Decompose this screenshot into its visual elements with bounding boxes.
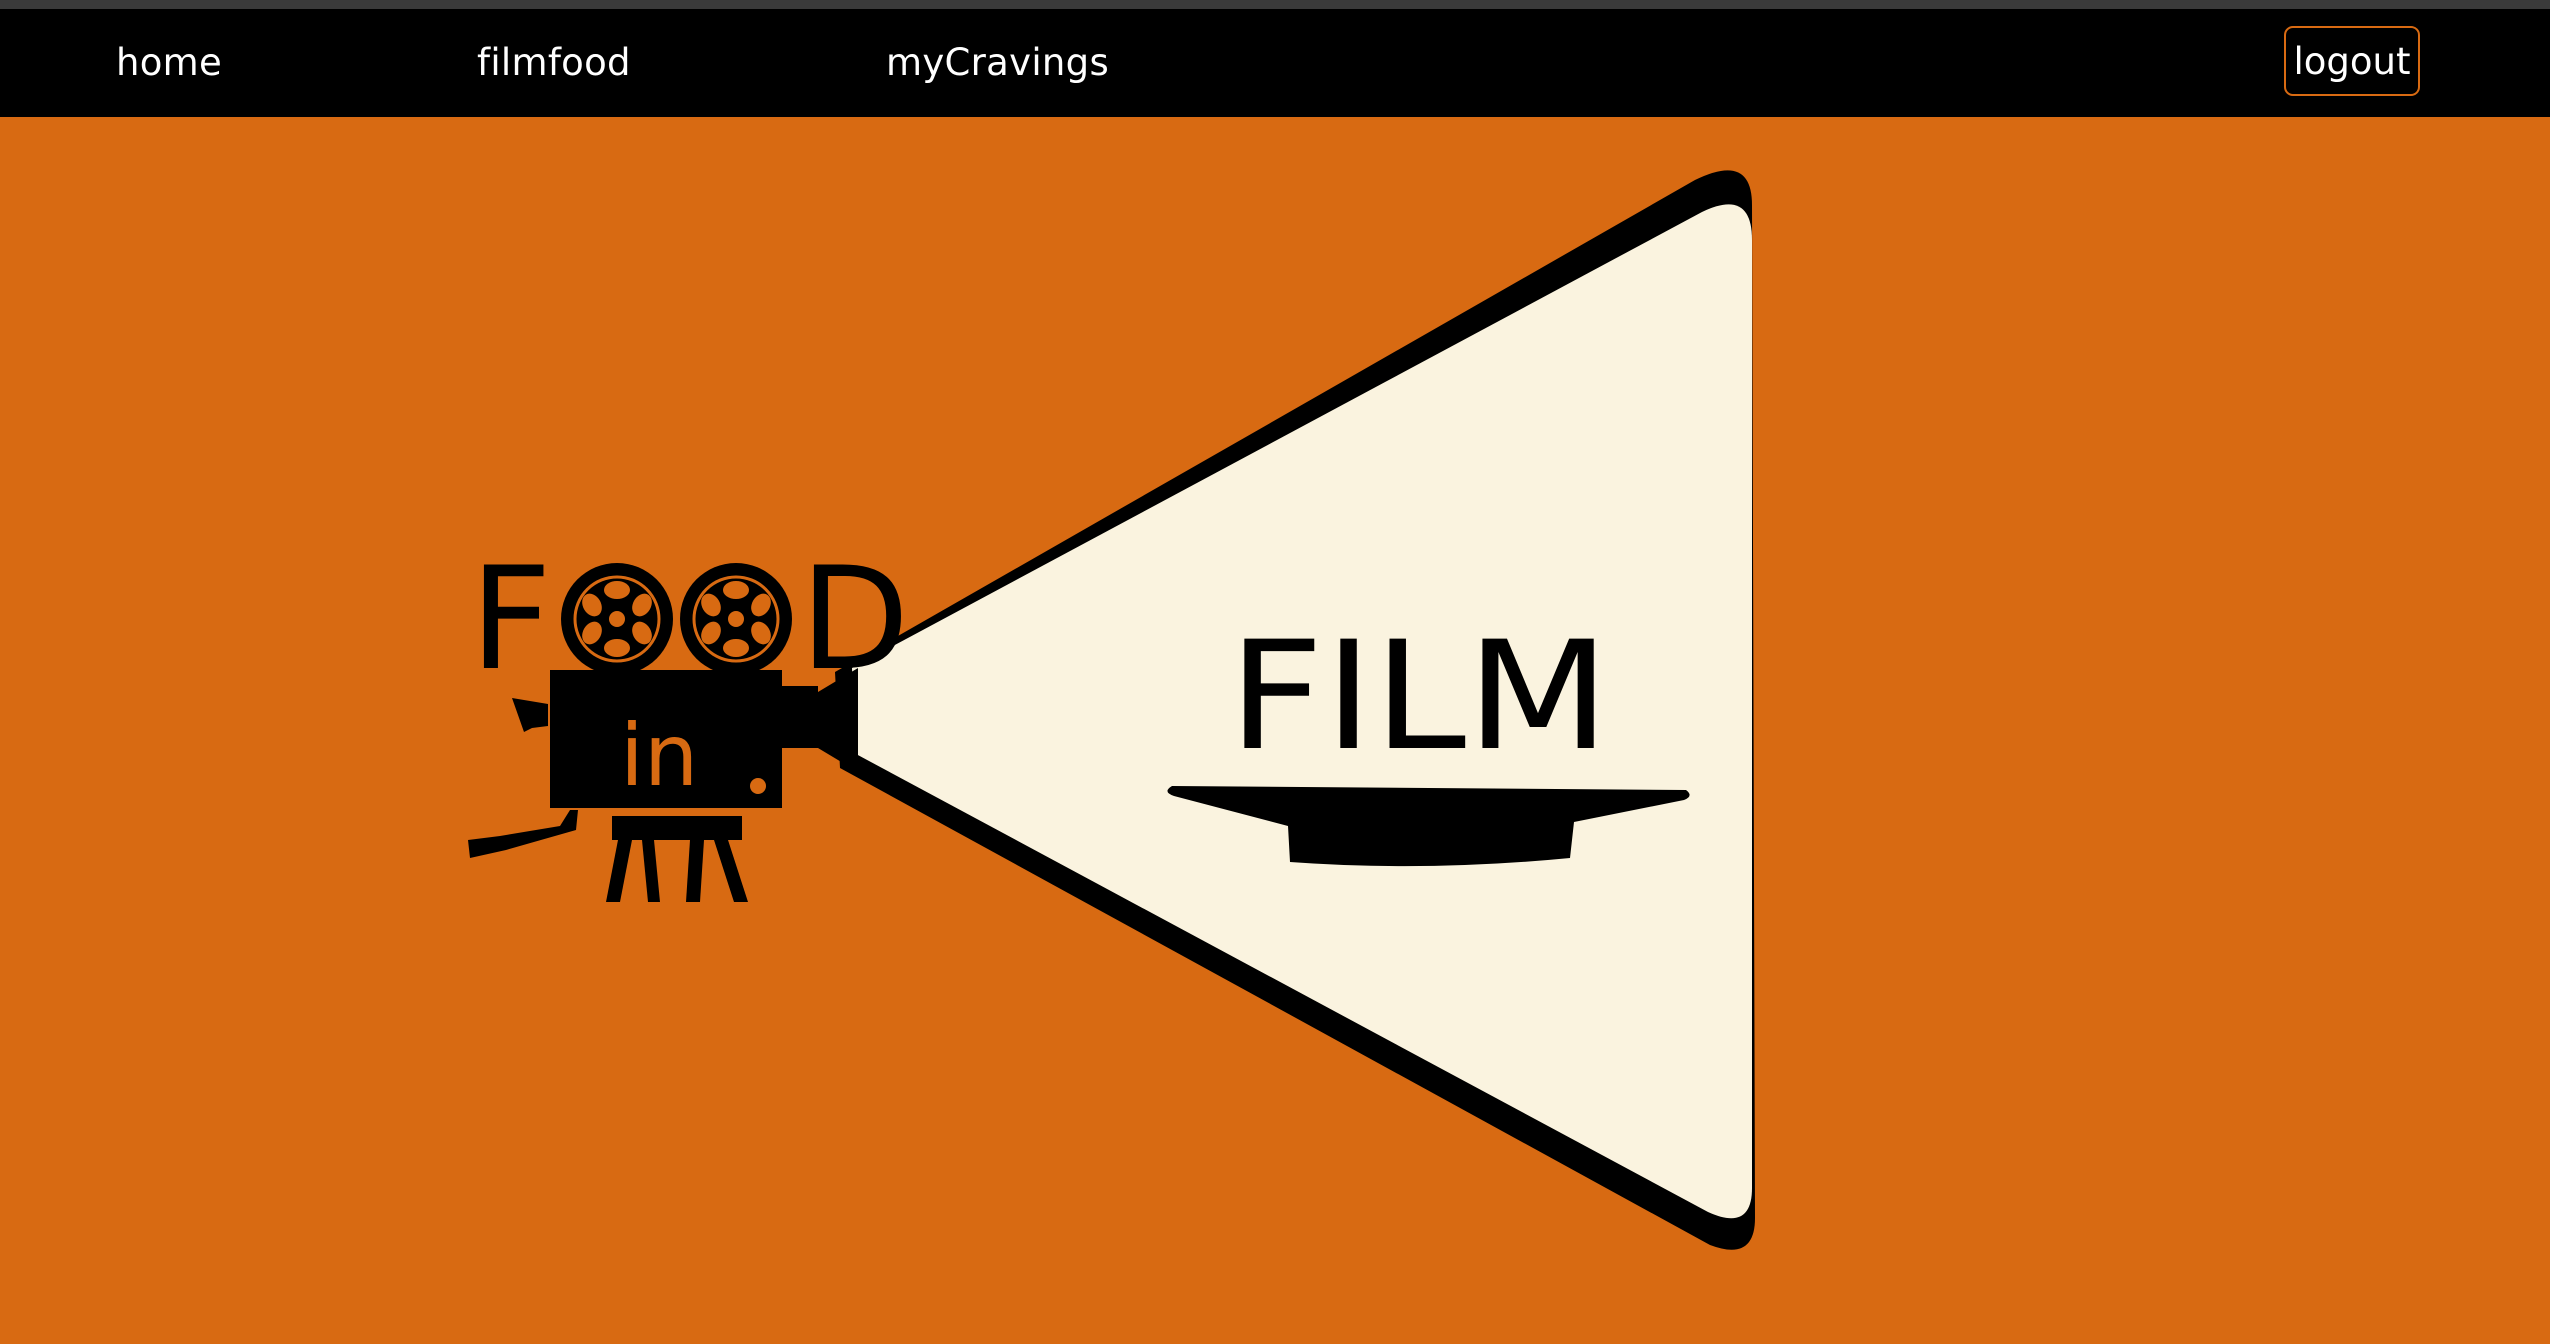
nav-filmfood-link[interactable]: filmfood xyxy=(477,9,631,117)
logout-button[interactable]: logout xyxy=(2284,26,2420,96)
food-in-film-logo: F D in FILM xyxy=(468,170,1755,1250)
top-navbar: home filmfood myCravings logout xyxy=(0,9,2550,117)
film-reel-icon xyxy=(680,563,792,675)
nav-home-link[interactable]: home xyxy=(116,9,222,117)
nav-mycravings-link[interactable]: myCravings xyxy=(886,9,1109,117)
hero-banner: F D in FILM xyxy=(0,117,2550,1344)
window-top-edge xyxy=(0,0,2550,9)
film-reel-icon xyxy=(561,563,673,675)
logo-word-film: FILM xyxy=(1228,610,1610,784)
logo-letter-f: F xyxy=(470,537,552,702)
logo-word-in: in xyxy=(620,706,698,806)
